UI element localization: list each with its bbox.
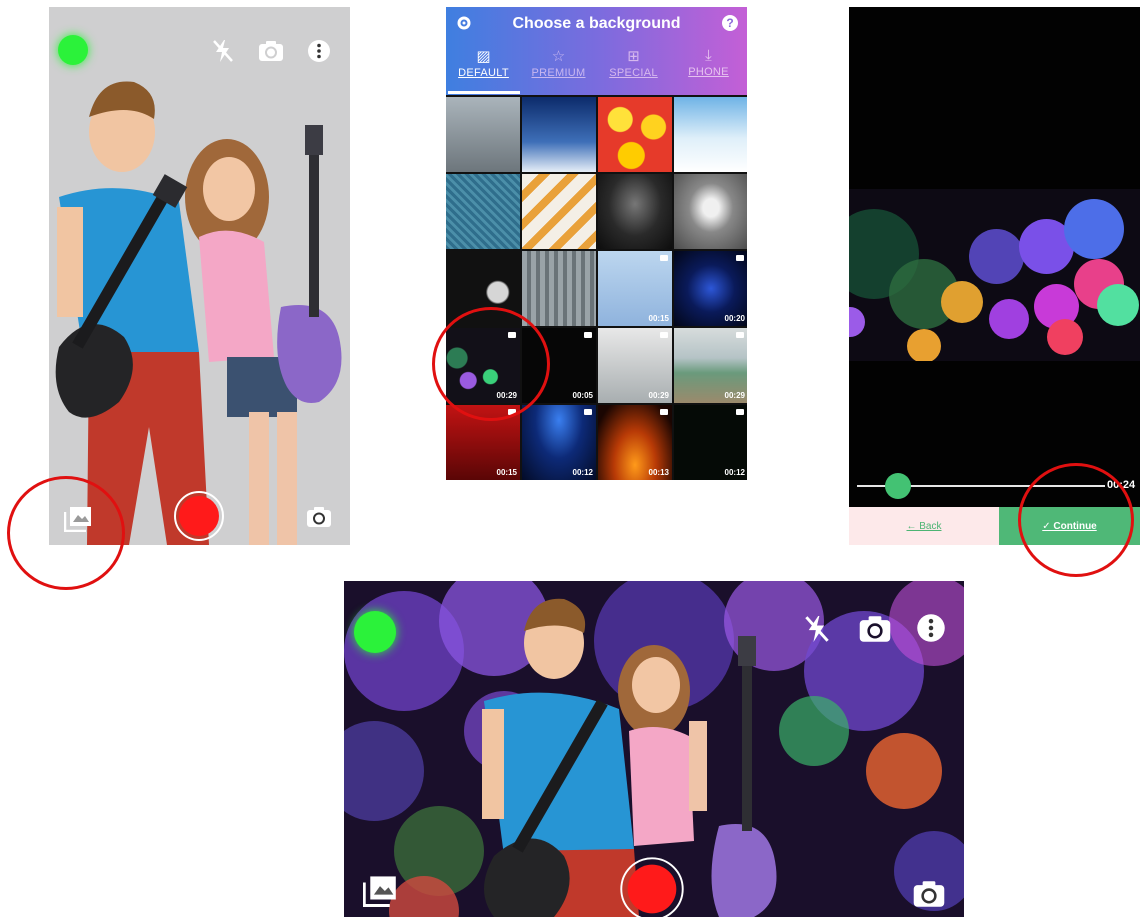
duration-label: 00:05 (572, 391, 593, 400)
camera-screen-composited (344, 581, 964, 917)
back-button[interactable]: ← Back (849, 507, 999, 545)
video-icon (660, 332, 668, 338)
bg-thumb-pier[interactable] (446, 97, 520, 172)
tab-premium[interactable]: ☆ PREMIUM (521, 47, 596, 79)
video-icon (736, 409, 744, 415)
capture-photo-icon[interactable] (910, 877, 948, 911)
video-icon (584, 332, 592, 338)
video-icon (660, 255, 668, 261)
duration-label: 00:12 (572, 468, 593, 477)
bg-thumb-fire[interactable]: 00:13 (598, 405, 672, 480)
download-icon: ⤓ (705, 47, 712, 64)
duration-label: 00:15 (496, 468, 517, 477)
bg-thumb-stage[interactable]: 00:12 (522, 405, 596, 480)
bg-thumb-beach[interactable]: 00:29 (674, 328, 747, 403)
flash-off-icon[interactable] (800, 611, 834, 647)
more-options-icon[interactable] (305, 37, 333, 65)
duration-label: 00:13 (648, 468, 669, 477)
highlight-bokeh-circle (432, 307, 550, 421)
duration-label: 00:15 (648, 314, 669, 323)
camera-screen-original (49, 7, 350, 545)
bg-thumb-blue-glow[interactable]: 00:20 (674, 251, 747, 326)
chooser-header: Choose a background ? ▨ DEFAULT ☆ PREMIU… (446, 7, 747, 95)
tab-phone[interactable]: ⤓ PHONE (671, 47, 746, 78)
video-icon (660, 409, 668, 415)
background-grid: 00:15 00:20 00:29 00:05 00:29 00:29 00:1… (446, 97, 747, 480)
highlight-continue-circle (1018, 463, 1134, 577)
bg-thumb-hall[interactable] (598, 174, 672, 249)
bg-thumb-sky[interactable] (522, 97, 596, 172)
gift-icon: ⊞ (627, 48, 640, 65)
flash-off-icon[interactable] (209, 37, 237, 65)
star-icon: ☆ (551, 48, 566, 65)
gallery-icon[interactable] (360, 873, 400, 909)
duration-label: 00:20 (724, 314, 745, 323)
tab-default[interactable]: ▨ DEFAULT (446, 47, 521, 79)
highlight-gallery-circle (7, 476, 125, 590)
record-button[interactable] (620, 857, 684, 917)
status-dot-icon (354, 611, 396, 653)
image-icon: ▨ (476, 48, 491, 65)
switch-camera-icon[interactable] (856, 612, 894, 646)
back-button-label: ← Back (906, 520, 942, 532)
bg-thumb-pizza[interactable] (522, 174, 596, 249)
duration-label: 00:12 (724, 468, 745, 477)
bg-thumb-arches[interactable] (674, 174, 747, 249)
active-tab-indicator (448, 91, 520, 94)
chooser-title: Choose a background (512, 15, 681, 32)
help-icon[interactable]: ? (722, 15, 738, 31)
duration-label: 00:29 (724, 391, 745, 400)
status-dot-icon (58, 35, 88, 65)
switch-camera-icon[interactable] (256, 37, 286, 65)
capture-photo-icon[interactable] (304, 503, 334, 531)
duration-label: 00:29 (648, 391, 669, 400)
bokeh-video-preview (849, 189, 1140, 361)
bg-thumb-emoji[interactable] (598, 97, 672, 172)
video-icon (736, 332, 744, 338)
video-icon (584, 409, 592, 415)
video-trim-screen: 00:24 ← Back ✓ Continue (849, 7, 1140, 545)
bg-thumb-city[interactable] (522, 251, 596, 326)
video-icon (736, 255, 744, 261)
bg-thumb-water[interactable] (446, 174, 520, 249)
tab-special[interactable]: ⊞ SPECIAL (596, 47, 671, 79)
bg-thumb-snow[interactable] (674, 97, 747, 172)
trim-slider-handle[interactable] (885, 473, 911, 499)
bg-thumb-bright-sky[interactable]: 00:15 (598, 251, 672, 326)
kids-with-guitars-image (55, 81, 342, 545)
record-button[interactable] (174, 491, 224, 541)
more-options-icon[interactable] (914, 611, 948, 645)
bg-thumb-fog[interactable]: 00:29 (598, 328, 672, 403)
bg-thumb-dark[interactable]: 00:12 (674, 405, 747, 480)
